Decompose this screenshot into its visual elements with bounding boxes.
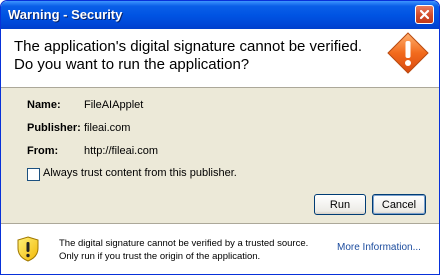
warning-headline: The application's digital signature cann… [14,38,363,73]
title-bar[interactable]: Warning - Security [1,1,439,29]
window-title: Warning - Security [8,7,123,22]
dialog-header: The application's digital signature cann… [1,29,439,88]
footer-warning-text: The digital signature cannot be verified… [59,238,309,262]
detail-value-publisher: fileai.com [84,122,131,134]
more-information-link[interactable]: More Information... [337,242,421,253]
trust-publisher-checkbox[interactable] [27,168,40,181]
close-icon [419,9,430,20]
run-button[interactable]: Run [314,194,366,215]
dialog-footer: The digital signature cannot be verified… [1,223,439,274]
cancel-button[interactable]: Cancel [372,194,426,215]
trust-publisher-label[interactable]: Always trust content from this publisher… [43,167,237,179]
close-button[interactable] [415,5,434,24]
warning-shield-icon [17,236,39,262]
security-warning-dialog: Warning - Security The application's dig… [0,0,440,275]
detail-label: From: [27,145,59,157]
detail-label: Publisher: [27,122,81,134]
warning-diamond-icon [387,32,429,74]
detail-label: Name: [27,99,61,111]
detail-value-from: http://fileai.com [84,145,158,157]
detail-value-name: FileAIApplet [84,99,144,111]
